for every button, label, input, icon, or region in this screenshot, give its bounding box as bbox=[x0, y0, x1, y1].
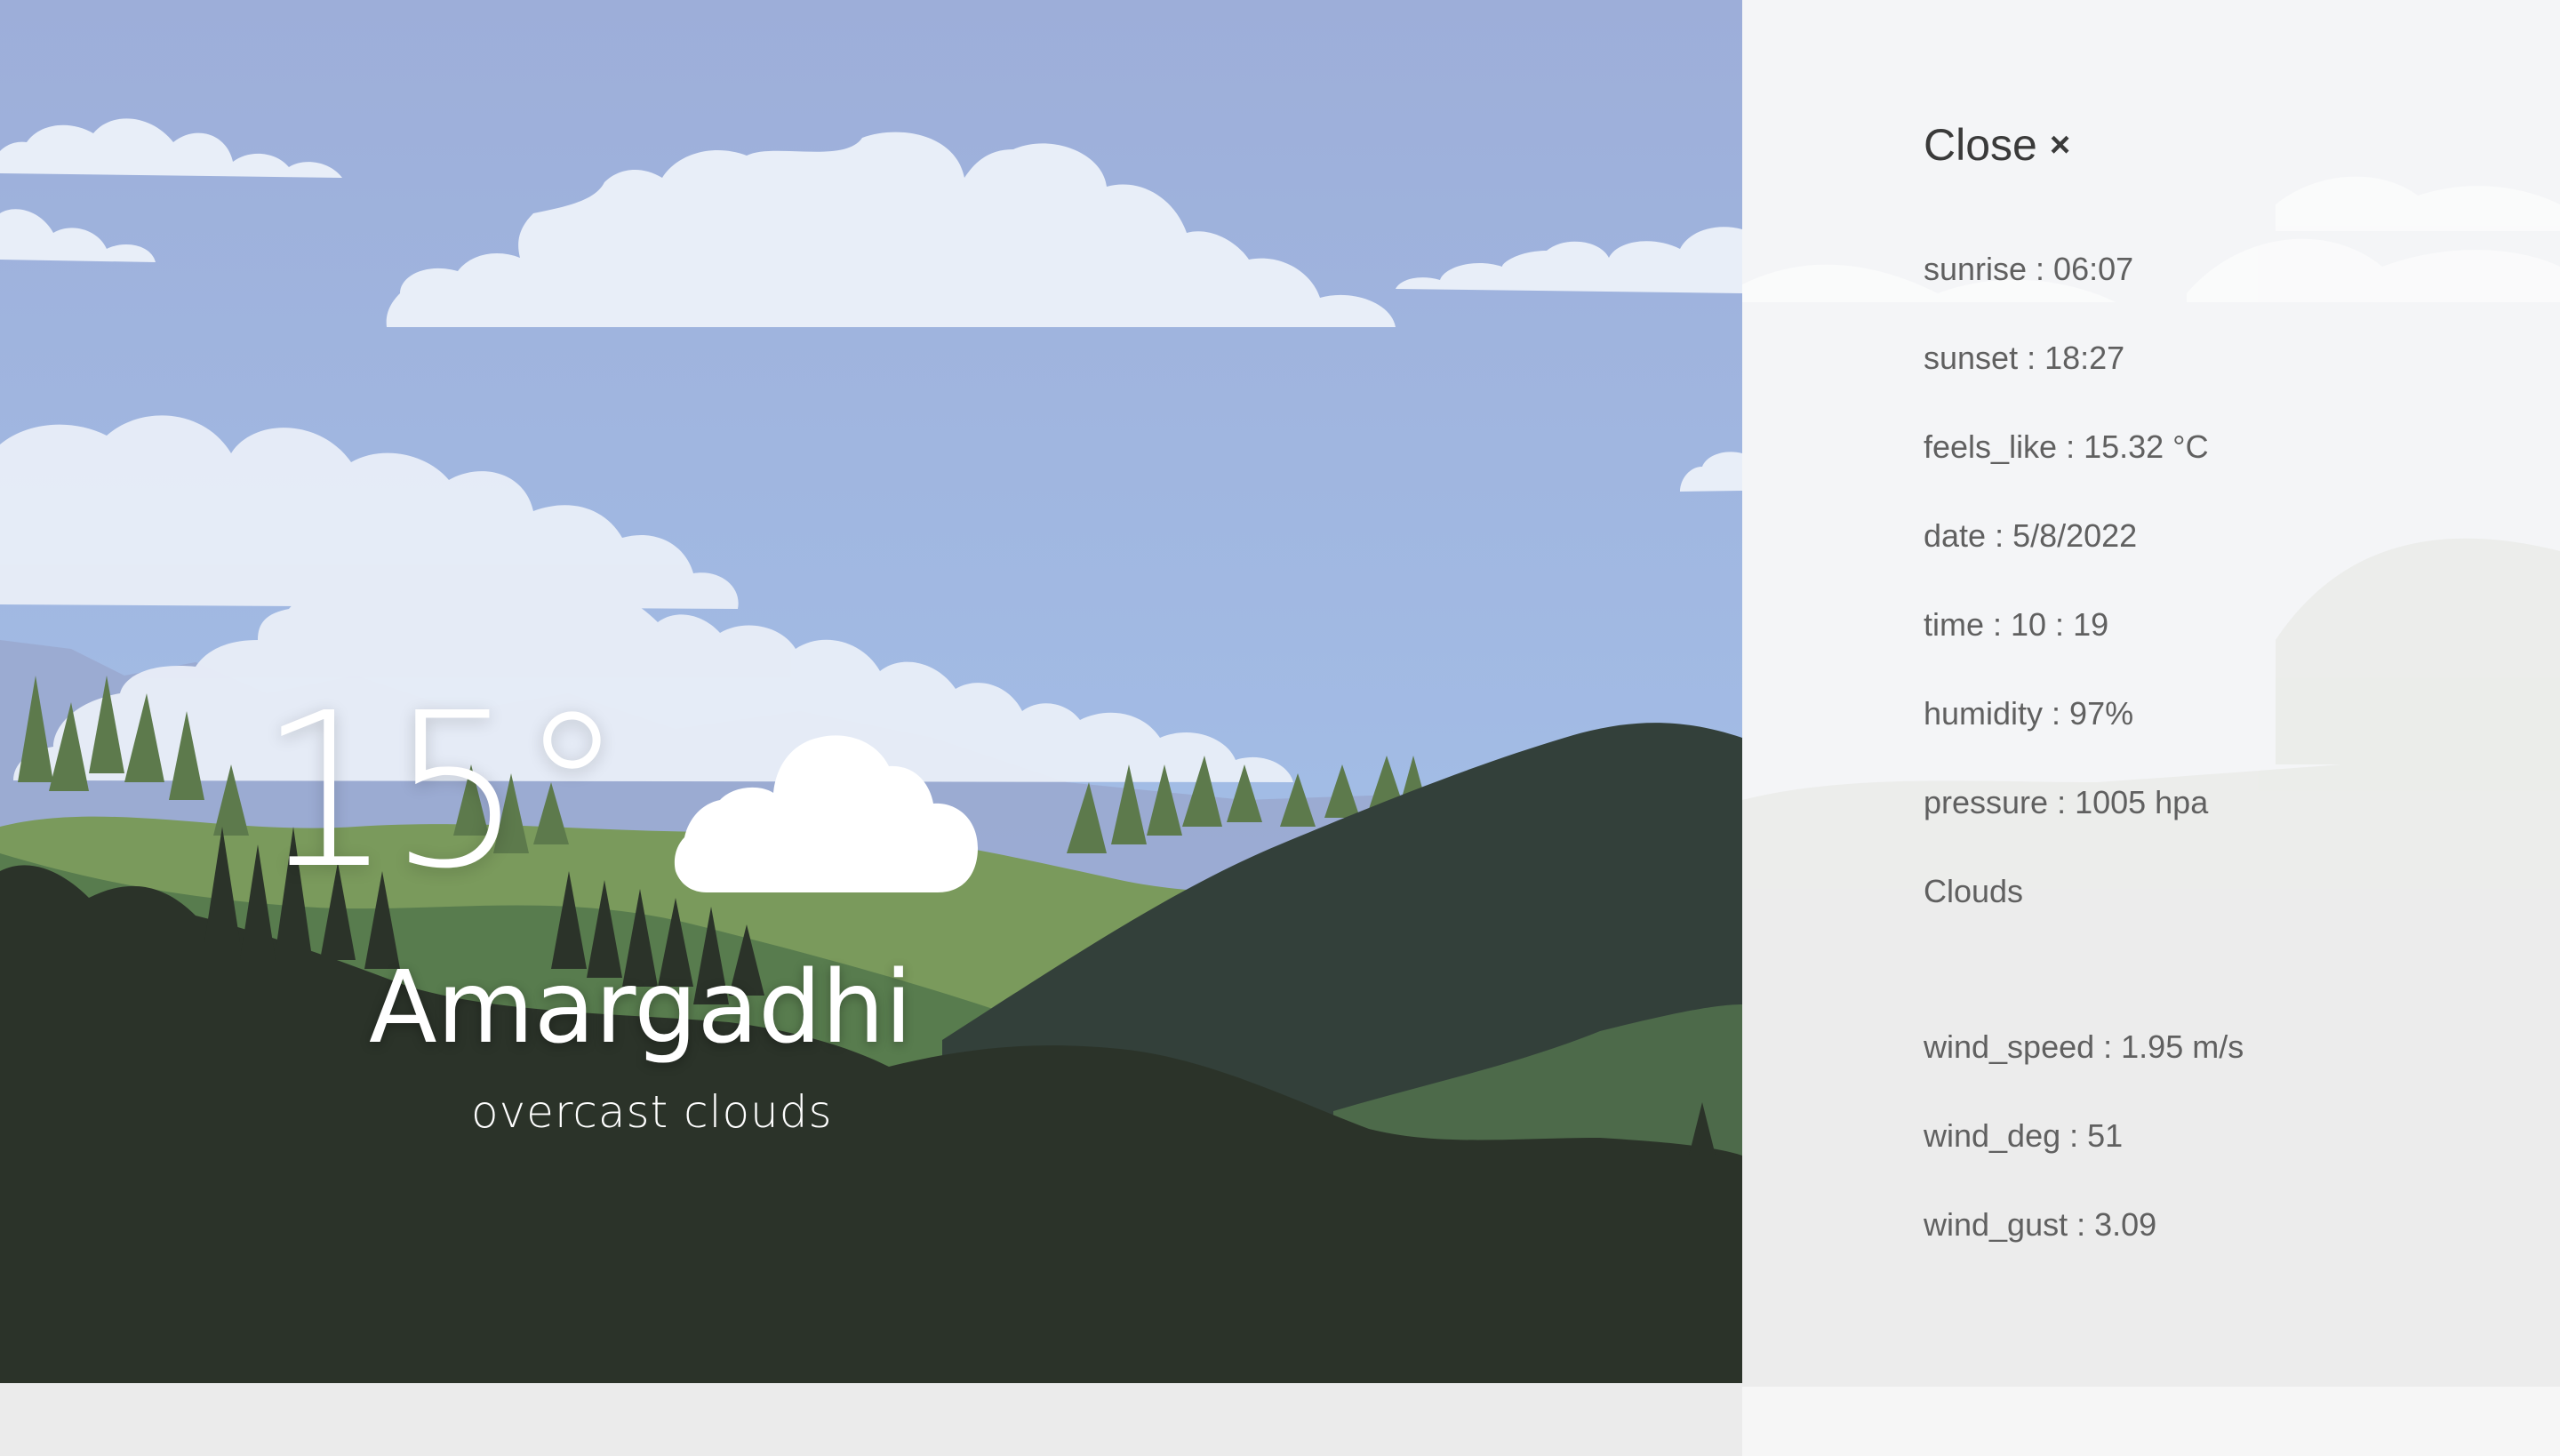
close-icon: × bbox=[2049, 125, 2071, 164]
detail-condition-main: Clouds bbox=[1924, 873, 2024, 909]
detail-wind-gust: wind_gust : 3.09 bbox=[1924, 1206, 2157, 1243]
detail-sunrise: sunrise : 06:07 bbox=[1924, 251, 2134, 287]
detail-date: date : 5/8/2022 bbox=[1924, 517, 2138, 554]
detail-wind-deg: wind_deg : 51 bbox=[1924, 1117, 2124, 1154]
detail-time: time : 10 : 19 bbox=[1924, 606, 2109, 643]
detail-humidity: humidity : 97% bbox=[1924, 695, 2134, 732]
page-footer-strip bbox=[0, 1383, 1742, 1456]
detail-feels-like: feels_like : 15.32 °C bbox=[1924, 428, 2209, 465]
close-label: Close bbox=[1924, 120, 2037, 170]
weather-details-panel: Close × sunrise : 06:07 sunset : 18:27 f… bbox=[1742, 0, 2560, 1456]
detail-wind-speed: wind_speed : 1.95 m/s bbox=[1924, 1028, 2244, 1065]
detail-pressure: pressure : 1005 hpa bbox=[1924, 784, 2209, 820]
close-button[interactable]: Close × bbox=[1924, 123, 2070, 167]
detail-sunset: sunset : 18:27 bbox=[1924, 340, 2125, 376]
weather-background bbox=[0, 0, 1742, 1383]
